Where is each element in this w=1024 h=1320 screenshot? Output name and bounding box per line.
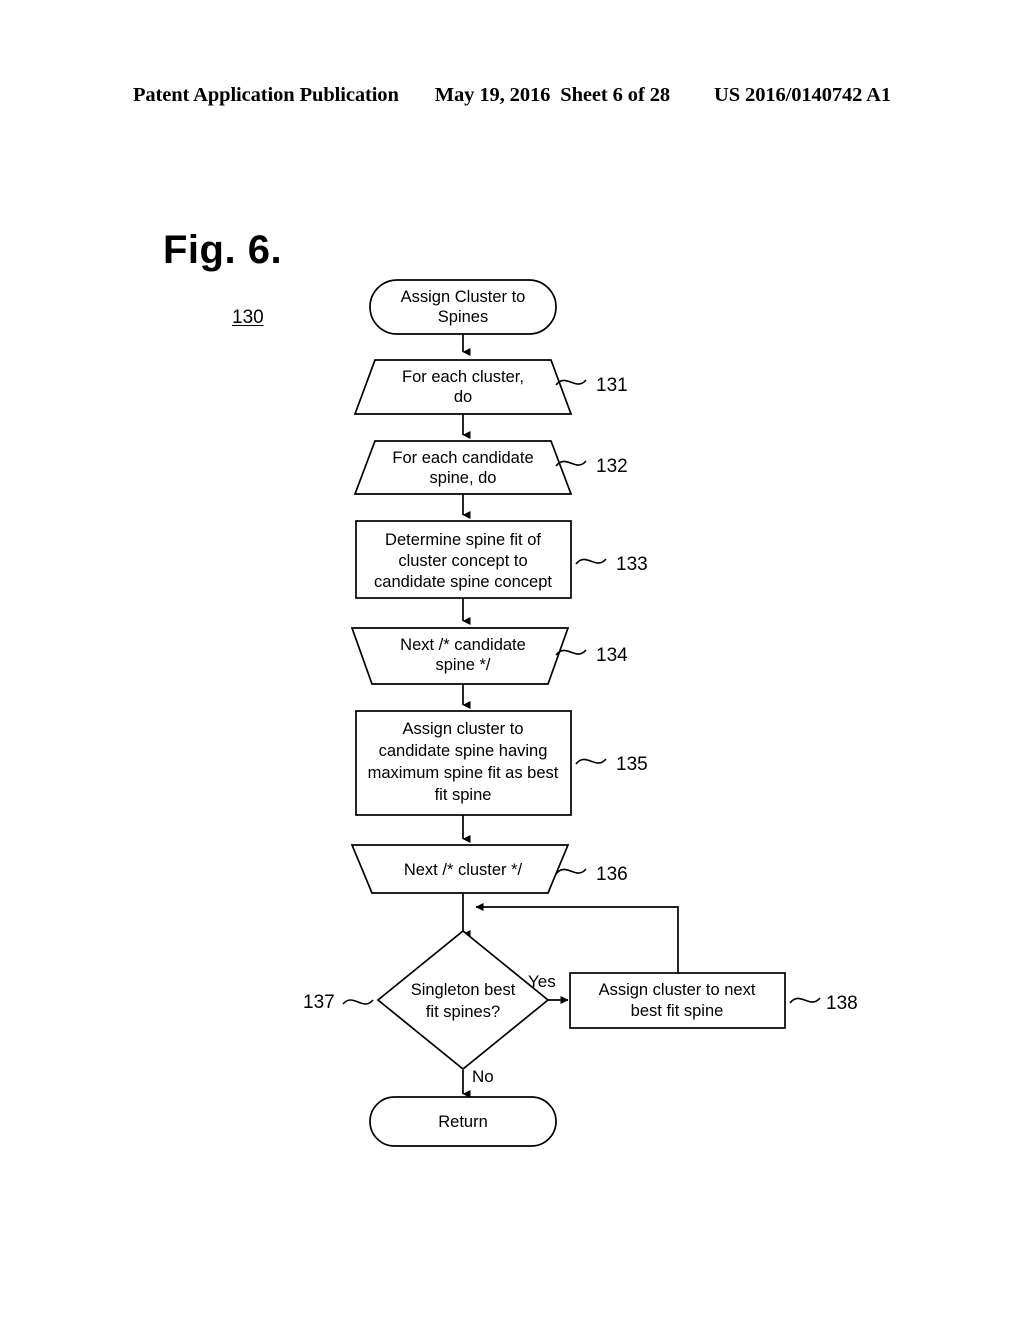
reference-number-137: 137 bbox=[303, 992, 335, 1013]
node-135-line-3: fit spine bbox=[435, 786, 492, 804]
reference-leader-137 bbox=[342, 999, 374, 1005]
reference-number-135: 135 bbox=[616, 754, 648, 775]
node-133-line-0: Determine spine fit of bbox=[385, 531, 541, 549]
reference-number-133: 133 bbox=[616, 554, 648, 575]
node-134-line-0: Next /* candidate bbox=[400, 636, 526, 654]
node-133-line-2: candidate spine concept bbox=[374, 573, 552, 591]
reference-leader-138 bbox=[789, 997, 821, 1004]
node-134-next-candidate-spine: Next /* candidate spine */ 134 bbox=[350, 627, 628, 685]
node-135-line-2: maximum spine fit as best bbox=[368, 764, 559, 782]
node-138-line-0: Assign cluster to next bbox=[599, 981, 756, 999]
reference-leader-136 bbox=[555, 868, 587, 875]
reference-number-136: 136 bbox=[596, 864, 628, 885]
node-131-line-1: do bbox=[454, 388, 472, 406]
node-134-line-1: spine */ bbox=[435, 656, 490, 674]
node-136-line-0: Next /* cluster */ bbox=[404, 861, 523, 879]
node-138-line-1: best fit spine bbox=[631, 1002, 724, 1020]
node-137-singleton-best-fit-spines-decision: Singleton best fit spines? 137 bbox=[303, 929, 550, 1071]
edge-label-yes: Yes bbox=[528, 972, 556, 991]
node-136-next-cluster: Next /* cluster */ 136 bbox=[350, 844, 628, 894]
node-135-assign-cluster-max-spine-fit: Assign cluster to candidate spine having… bbox=[355, 710, 648, 816]
node-132-line-1: spine, do bbox=[430, 469, 497, 487]
node-start-assign-cluster-to-spines: Assign Cluster to Spines bbox=[369, 279, 557, 335]
reference-number-138: 138 bbox=[826, 993, 858, 1014]
reference-number-132: 132 bbox=[596, 456, 628, 477]
node-132-line-0: For each candidate bbox=[392, 449, 533, 467]
node-137-line-0: Singleton best bbox=[411, 981, 516, 999]
connector-138-feedback-loop bbox=[475, 903, 679, 973]
reference-leader-133 bbox=[575, 558, 607, 565]
node-133-determine-spine-fit: Determine spine fit of cluster concept t… bbox=[355, 520, 648, 599]
node-131-line-0: For each cluster, bbox=[402, 368, 524, 386]
flowchart-diagram: Assign Cluster to Spines For each cluste… bbox=[303, 279, 858, 1147]
node-131-for-each-cluster: For each cluster, do 131 bbox=[353, 359, 628, 415]
node-start-line-1: Spines bbox=[438, 308, 488, 326]
node-138-assign-cluster-next-best-fit-spine: Assign cluster to next best fit spine 13… bbox=[569, 972, 858, 1029]
node-135-line-1: candidate spine having bbox=[379, 742, 548, 760]
node-133-line-1: cluster concept to bbox=[398, 552, 527, 570]
node-start-line-0: Assign Cluster to bbox=[401, 288, 526, 306]
reference-number-134: 134 bbox=[596, 645, 628, 666]
decision-shape bbox=[376, 929, 550, 1071]
reference-leader-135 bbox=[575, 758, 607, 765]
node-return-line-0: Return bbox=[438, 1113, 488, 1131]
node-132-for-each-candidate-spine: For each candidate spine, do 132 bbox=[353, 440, 628, 495]
node-return-terminator: Return bbox=[369, 1096, 557, 1147]
reference-leader-134 bbox=[555, 649, 587, 656]
reference-number-131: 131 bbox=[596, 375, 628, 396]
node-137-line-1: fit spines? bbox=[426, 1003, 500, 1021]
edge-label-no: No bbox=[472, 1067, 494, 1086]
node-135-line-0: Assign cluster to bbox=[402, 720, 523, 738]
